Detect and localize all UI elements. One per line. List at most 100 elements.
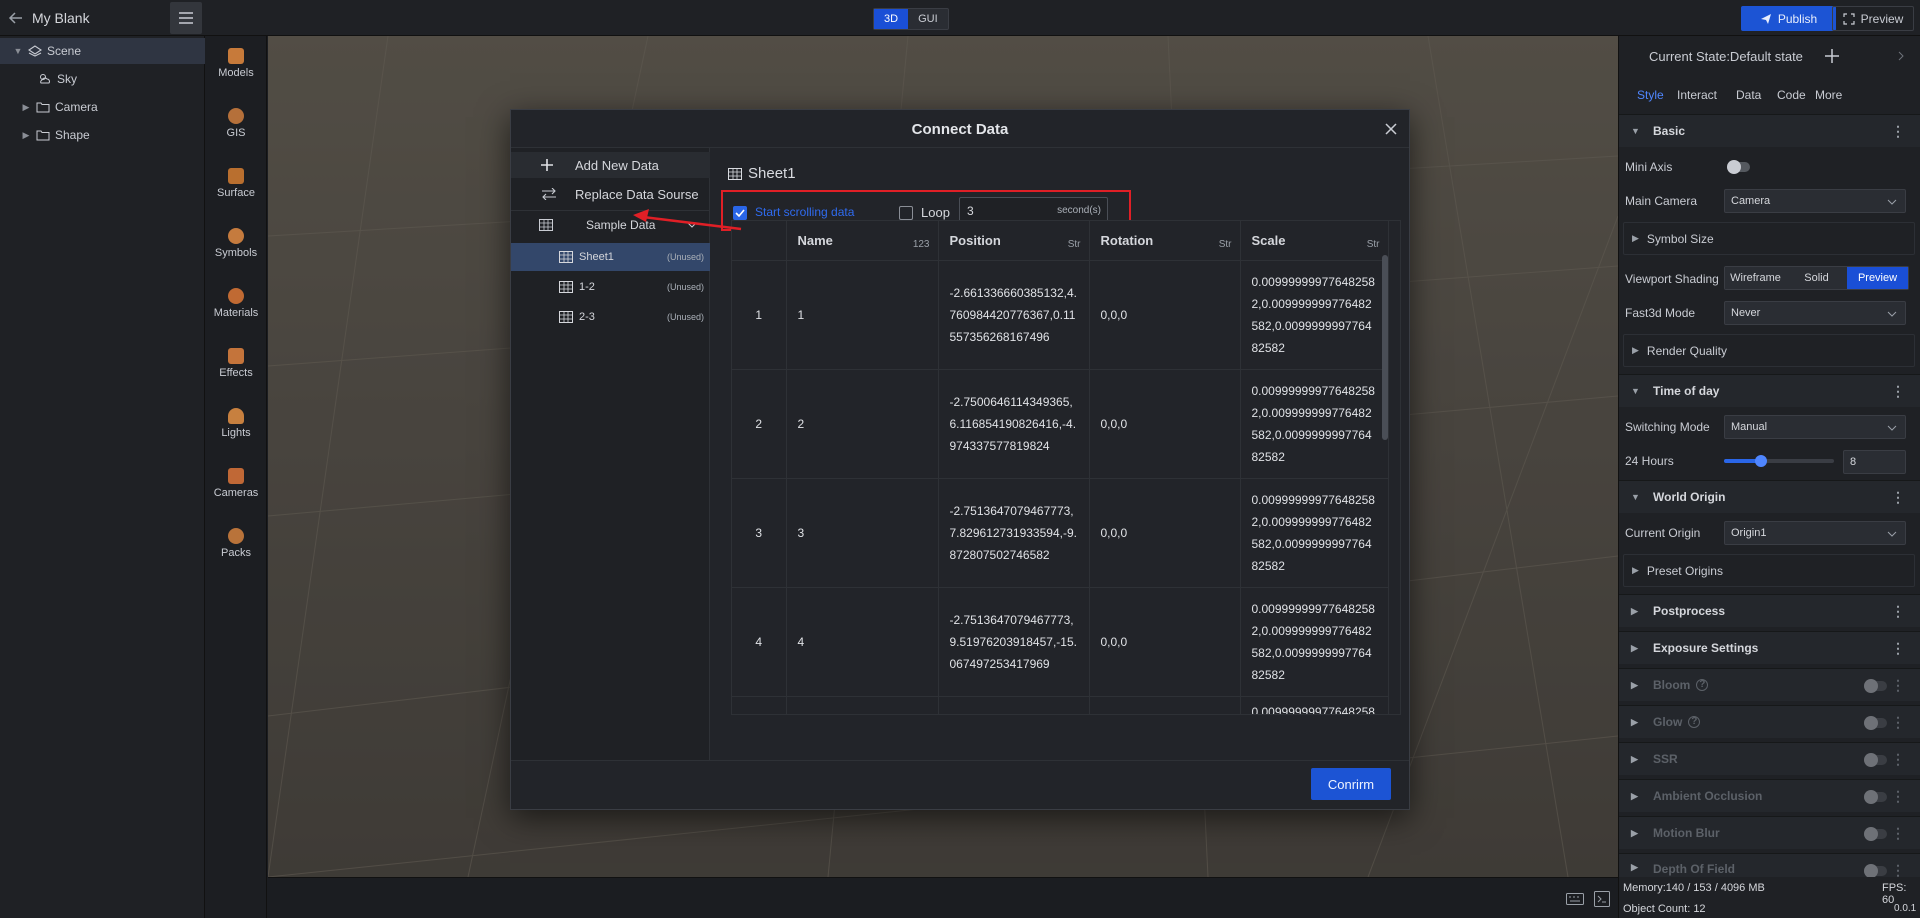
bloom-toggle[interactable] [1864,679,1887,693]
properties-panel: Current State:Default state Style Intera… [1618,36,1920,918]
section-glow[interactable]: ▶ Glow? ⋮ [1619,705,1920,738]
sheet-item-1-2[interactable]: 1-2 (Unused) [511,273,710,301]
ssr-toggle[interactable] [1864,753,1887,767]
more-icon[interactable]: ⋮ [1891,123,1905,140]
help-icon[interactable]: ? [1688,716,1701,728]
component-symbols[interactable]: Symbols [205,220,267,270]
top-bar: My Blank 3D GUI Publish Preview [0,0,1920,36]
shading-preview[interactable]: Preview [1847,267,1908,289]
confirm-button[interactable]: Conrirm [1311,768,1391,800]
close-icon[interactable] [1384,122,1398,136]
section-motion-blur[interactable]: ▶ Motion Blur ⋮ [1619,816,1920,849]
help-icon[interactable]: ? [1696,679,1709,691]
more-icon[interactable]: ⋮ [1891,825,1905,842]
glow-toggle[interactable] [1864,716,1887,730]
tab-code[interactable]: Code [1777,88,1806,102]
preset-origins-group[interactable]: ▶ Preset Origins [1623,554,1915,587]
tree-item-sky[interactable]: Sky [0,66,205,92]
caret-right-icon[interactable]: ▶ [20,130,32,141]
caret-down-icon: ▼ [1631,126,1640,136]
folder-icon [36,102,50,113]
fast3d-select[interactable]: Never [1724,301,1906,325]
plus-icon[interactable] [1825,49,1839,63]
tab-style[interactable]: Style [1637,88,1664,102]
more-icon[interactable]: ⋮ [1891,788,1905,805]
table-scrollbar[interactable] [1382,255,1388,440]
component-label: Lights [221,427,251,439]
folder-icon [36,130,50,141]
keyboard-icon[interactable] [1566,893,1584,905]
viewport-bottom-bar [268,877,1618,918]
section-depth-of-field[interactable]: ▶ Depth Of Field ⋮ [1619,853,1920,877]
caret-down-icon[interactable]: ▼ [12,46,24,56]
section-time-of-day[interactable]: ▼ Time of day ⋮ [1619,374,1920,407]
add-new-data-button[interactable]: Add New Data [511,152,710,178]
dialog-title: Connect Data [911,121,1009,138]
tree-item-camera[interactable]: ▶ Camera [0,94,205,120]
shading-solid[interactable]: Solid [1786,267,1847,289]
viewport-shading-label: Viewport Shading [1625,272,1719,286]
section-bloom[interactable]: ▶ Bloom? ⋮ [1619,668,1920,701]
symbol-size-group[interactable]: ▶ Symbol Size [1623,222,1915,255]
sheet-item-sheet1[interactable]: Sheet1 (Unused) [511,243,710,271]
tree-item-shape[interactable]: ▶ Shape [0,122,205,148]
mini-axis-toggle[interactable] [1727,160,1750,174]
hours-slider[interactable] [1724,455,1834,467]
more-icon[interactable]: ⋮ [1891,862,1905,877]
tab-interact[interactable]: Interact [1677,88,1717,102]
tab-more[interactable]: More [1815,88,1842,102]
render-quality-group[interactable]: ▶ Render Quality [1623,334,1915,367]
section-exposure[interactable]: ▶ Exposure Settings ⋮ [1619,631,1920,664]
terminal-icon[interactable] [1594,891,1610,907]
component-lights[interactable]: Lights [205,400,267,450]
component-packs[interactable]: Packs [205,520,267,570]
preview-button[interactable]: Preview [1832,6,1914,31]
section-ambient-occlusion[interactable]: ▶ Ambient Occlusion ⋮ [1619,779,1920,812]
chevron-right-icon[interactable] [1897,51,1905,61]
tab-data[interactable]: Data [1736,88,1761,102]
ambient-occlusion-toggle[interactable] [1864,790,1887,804]
annotation-arrow [633,209,742,231]
shading-wireframe[interactable]: Wireframe [1725,267,1786,289]
publish-button[interactable]: Publish [1741,6,1836,31]
component-models[interactable]: Models [205,40,267,90]
replace-data-source-button[interactable]: Replace Data Sourse [511,181,710,207]
section-postprocess[interactable]: ▶ Postprocess ⋮ [1619,594,1920,627]
component-label: GIS [226,127,246,139]
current-origin-select[interactable]: Origin1 [1724,521,1906,545]
mode-gui-tab[interactable]: GUI [908,9,948,29]
more-icon[interactable]: ⋮ [1891,603,1905,620]
more-icon[interactable]: ⋮ [1891,383,1905,400]
back-arrow-icon[interactable] [8,10,24,26]
component-effects[interactable]: Effects [205,340,267,390]
more-icon[interactable]: ⋮ [1891,751,1905,768]
table-row: 3 3 -2.7513647079467773,7.82961273193359… [732,478,1389,588]
more-icon[interactable]: ⋮ [1891,677,1905,694]
main-camera-select[interactable]: Camera [1724,189,1906,213]
section-ssr[interactable]: ▶ SSR ⋮ [1619,742,1920,775]
section-world-origin[interactable]: ▼ World Origin ⋮ [1619,480,1920,513]
section-basic[interactable]: ▼ Basic ⋮ [1619,114,1920,147]
component-cameras[interactable]: Cameras [205,460,267,510]
depth-of-field-toggle[interactable] [1864,864,1887,877]
section-label: SSR [1653,752,1678,766]
mode-3d-tab[interactable]: 3D [874,9,909,29]
more-icon[interactable]: ⋮ [1891,489,1905,506]
hours-slider-thumb[interactable] [1755,455,1768,467]
more-icon[interactable]: ⋮ [1891,640,1905,657]
start-scrolling-label[interactable]: Start scrolling data [755,205,854,219]
motion-blur-toggle[interactable] [1864,827,1887,841]
loop-checkbox[interactable] [899,206,913,220]
switching-mode-select[interactable]: Manual [1724,415,1906,439]
more-icon[interactable]: ⋮ [1891,714,1905,731]
component-surface[interactable]: Surface [205,160,267,210]
caret-right-icon[interactable]: ▶ [20,102,32,113]
component-label: Materials [213,307,259,319]
component-gis[interactable]: GIS [205,100,267,150]
component-materials[interactable]: Materials [205,280,267,330]
sheet-item-2-3[interactable]: 2-3 (Unused) [511,303,710,331]
tree-item-scene[interactable]: ▼ Scene [0,38,205,64]
menu-button[interactable] [170,2,202,34]
hours-input[interactable]: 8 [1843,450,1906,474]
loop-label[interactable]: Loop [921,205,950,220]
